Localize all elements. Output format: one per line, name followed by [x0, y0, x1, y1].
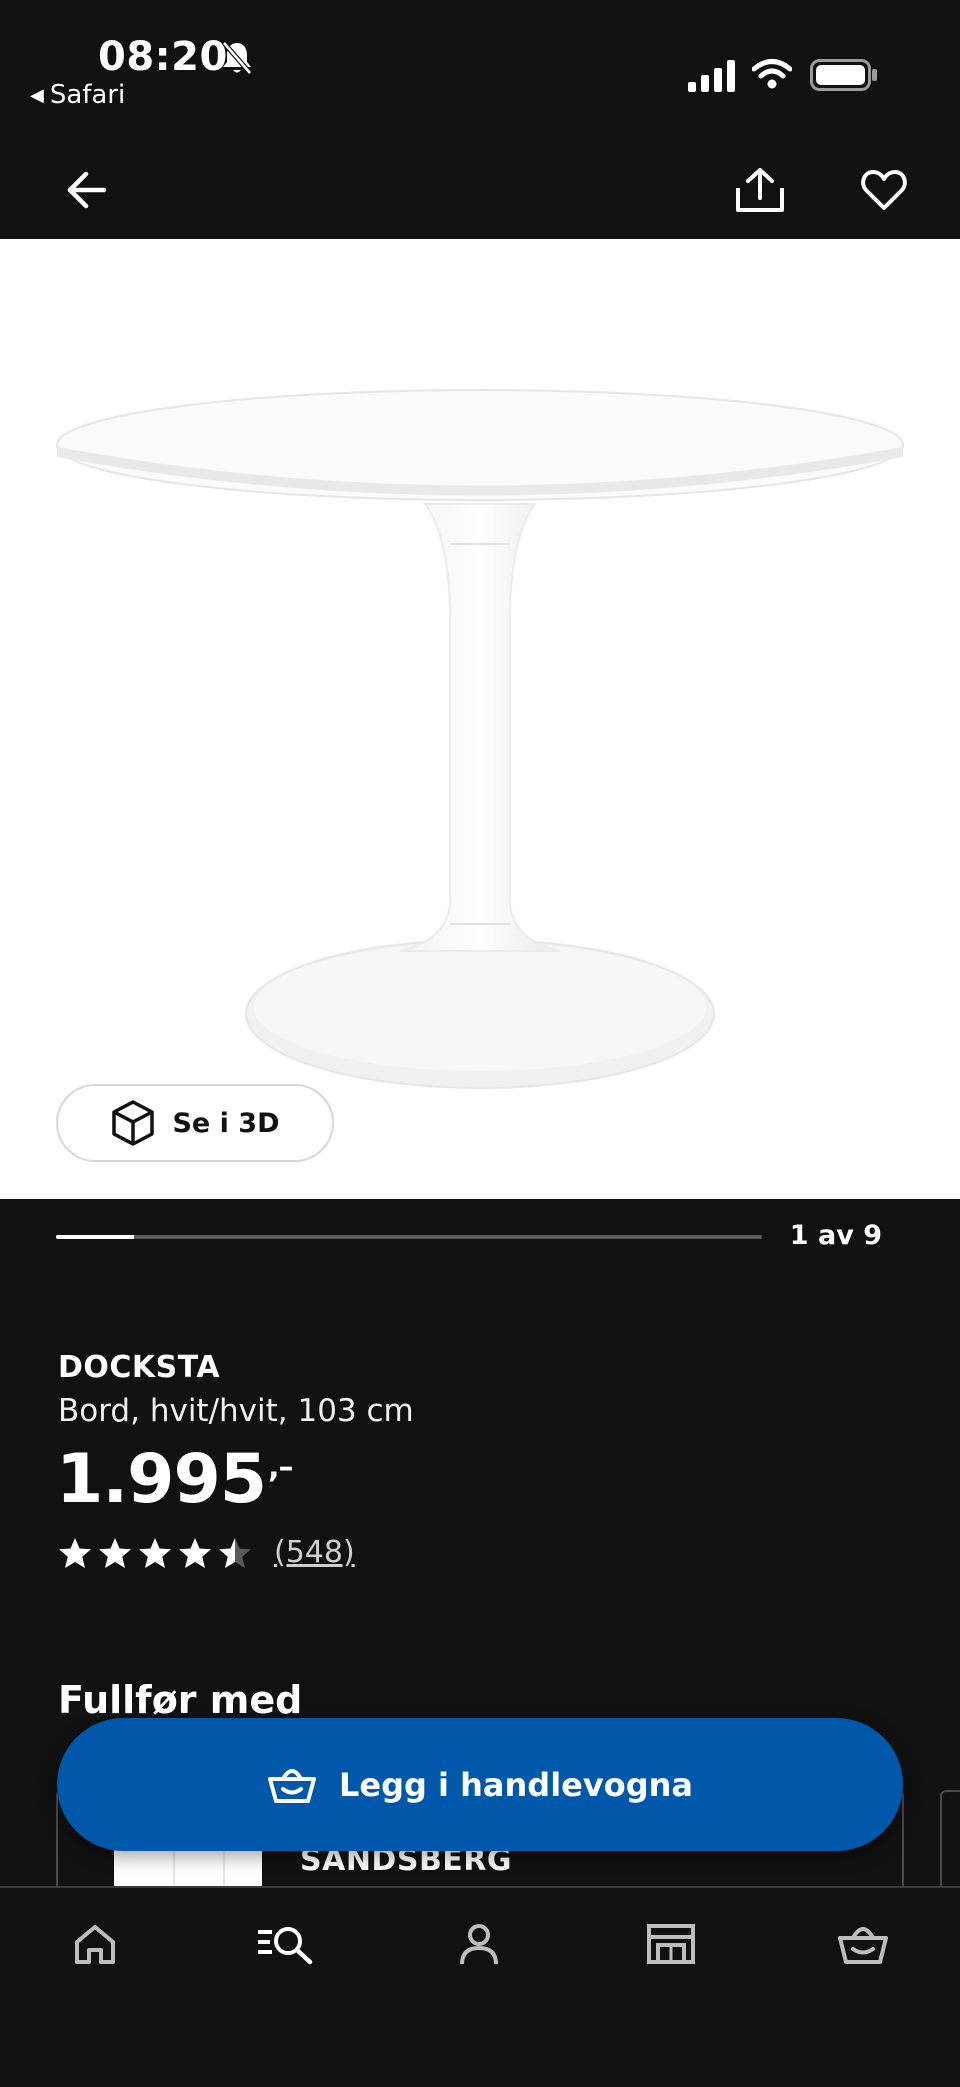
nav-store[interactable] [631, 1914, 711, 1974]
favorite-button[interactable] [852, 158, 916, 222]
search-icon [258, 1927, 313, 1965]
gallery-counter: 1 av 9 [789, 1220, 882, 1251]
status-time: 08:20 [98, 34, 228, 80]
gallery-progress-bar [56, 1235, 762, 1239]
product-image-table [56, 389, 904, 1089]
view-in-3d-button[interactable]: Se i 3D [56, 1084, 334, 1162]
product-image-area[interactable] [0, 239, 960, 1199]
nav-cart[interactable] [823, 1914, 903, 1974]
star-icon [59, 1537, 91, 1568]
nav-search[interactable] [246, 1914, 326, 1974]
gallery-progress-fill [56, 1235, 134, 1239]
add-to-cart-button[interactable]: Legg i handlevogna [57, 1718, 903, 1851]
cube-icon [112, 1100, 155, 1146]
back-to-safari[interactable]: ◀ Safari [30, 80, 125, 110]
back-triangle-icon: ◀ [30, 84, 44, 106]
nav-profile[interactable] [439, 1914, 519, 1974]
product-description: Bord, hvit/hvit, 103 cm [58, 1393, 414, 1429]
share-icon [736, 168, 784, 212]
star-icon [99, 1537, 131, 1568]
bell-muted-icon [222, 41, 252, 75]
home-icon [75, 1925, 115, 1964]
store-icon [647, 1924, 695, 1964]
back-arrow-icon [67, 171, 107, 209]
back-button[interactable] [56, 160, 116, 220]
price-main: 1.995 [56, 1440, 267, 1519]
nav-home[interactable] [55, 1914, 135, 1974]
battery-icon [810, 59, 877, 91]
product-name: DOCKSTA [58, 1350, 221, 1385]
add-to-cart-label: Legg i handlevogna [338, 1765, 693, 1804]
profile-icon [460, 1924, 498, 1965]
price-suffix: ,– [268, 1450, 293, 1485]
review-count-link[interactable]: (548) [274, 1535, 355, 1570]
star-icon [179, 1537, 211, 1568]
heart-icon [861, 170, 907, 210]
star-icon [139, 1537, 171, 1568]
cart-icon [838, 1927, 888, 1964]
complete-with-title: Fullfør med [58, 1678, 303, 1722]
share-button[interactable] [728, 158, 792, 222]
wifi-icon [752, 59, 792, 89]
product-rating[interactable]: (548) [58, 1535, 355, 1570]
basket-icon [267, 1768, 316, 1803]
half-star-icon [219, 1537, 251, 1568]
signal-icon [688, 60, 735, 92]
product-price: 1.995 ,– [56, 1440, 294, 1519]
